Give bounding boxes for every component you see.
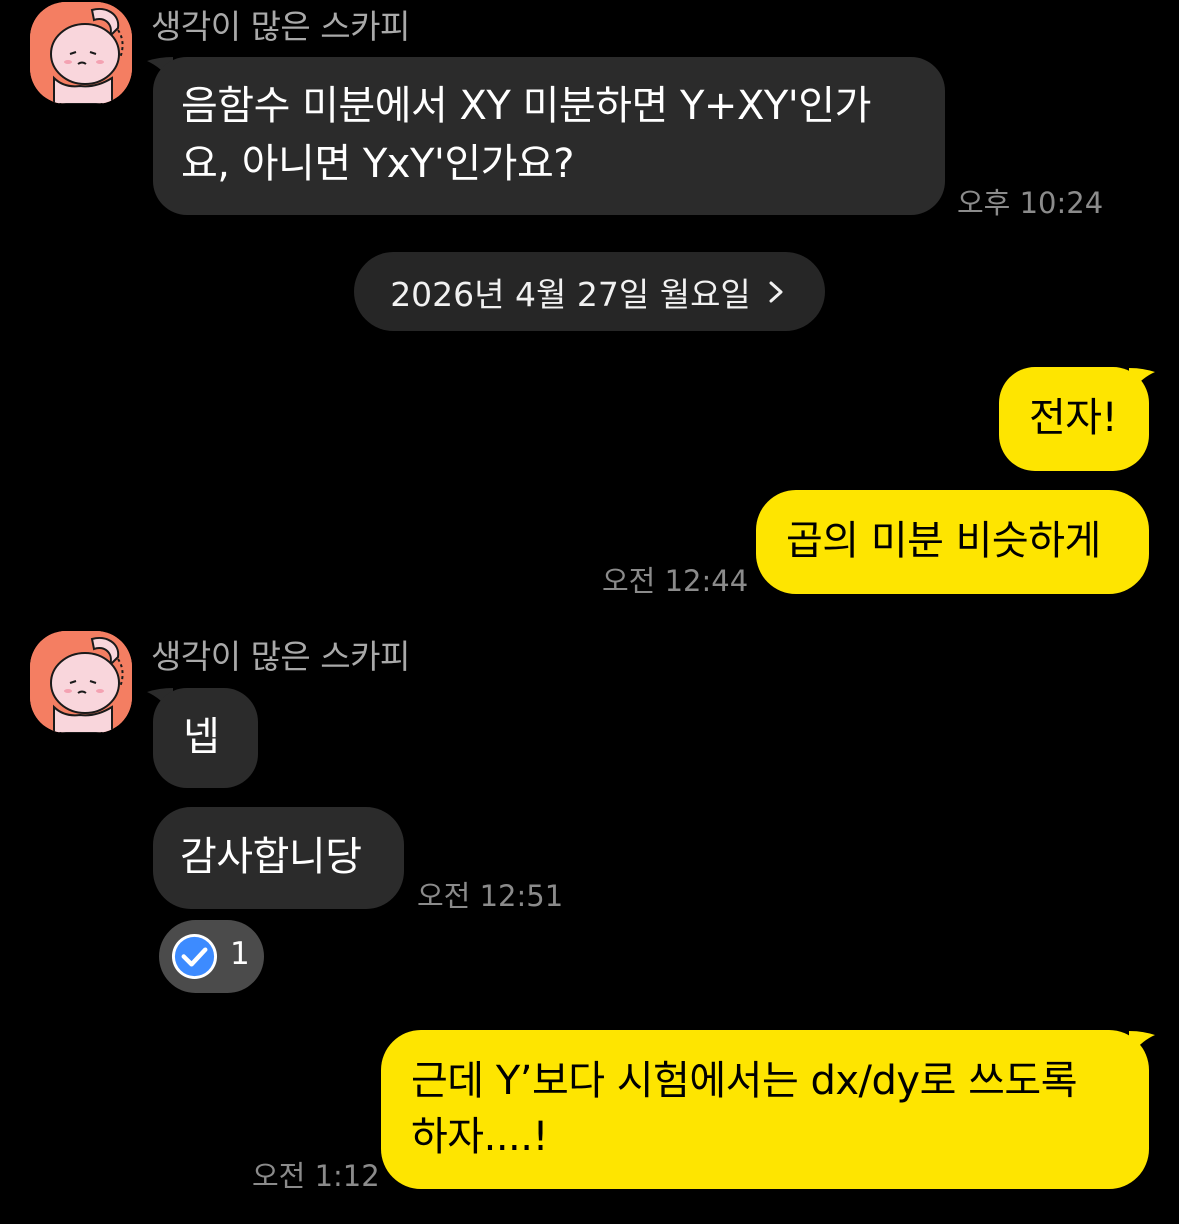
message-time: 오전 12:44 (602, 564, 749, 598)
pink-rabbit-avatar-icon (30, 631, 132, 733)
message-text-line: 근데 Y’보다 시험에서는 dx/dy로 쓰도록 (411, 1058, 1078, 1104)
sender-name: 생각이 많은 스카피 (151, 637, 410, 676)
blue-check-icon (171, 933, 218, 980)
message-time: 오전 1:12 (252, 1159, 380, 1193)
date-separator-label: 2026년 4월 27일 월요일 (390, 274, 751, 314)
message-bubble[interactable]: 음함수 미분에서 XY 미분하면 Y+XY'인가 요, 아니면 YxY'인가요? (153, 57, 945, 215)
message-bubble[interactable]: 근데 Y’보다 시험에서는 dx/dy로 쓰도록 하자....! (381, 1030, 1149, 1189)
message-time: 오후 10:24 (957, 186, 1104, 220)
message-bubble[interactable]: 전자! (999, 367, 1149, 471)
sender-name: 생각이 많은 스카피 (151, 7, 410, 46)
message-text-line: 음함수 미분에서 XY 미분하면 Y+XY'인가 (181, 83, 871, 129)
message-text: 넵 (183, 714, 220, 760)
message-text: 감사합니당 (180, 834, 362, 880)
date-separator[interactable]: 2026년 4월 27일 월요일 (354, 252, 825, 331)
reaction-badge[interactable]: 1 (159, 920, 264, 993)
reaction-count: 1 (230, 936, 250, 972)
message-text-line: 하자....! (411, 1114, 549, 1160)
pink-rabbit-avatar-icon (30, 2, 132, 104)
sender-avatar[interactable] (30, 2, 132, 104)
message-text: 곱의 미분 비슷하게 (786, 518, 1101, 564)
message-bubble[interactable]: 곱의 미분 비슷하게 (756, 490, 1149, 594)
message-bubble[interactable]: 넵 (153, 688, 258, 788)
message-text: 전자! (1029, 395, 1118, 441)
sender-avatar[interactable] (30, 631, 132, 733)
message-time: 오전 12:51 (417, 879, 564, 913)
message-text-line: 요, 아니면 YxY'인가요? (181, 141, 575, 187)
message-bubble[interactable]: 감사합니당 (153, 807, 404, 909)
chevron-right-icon (769, 281, 783, 302)
